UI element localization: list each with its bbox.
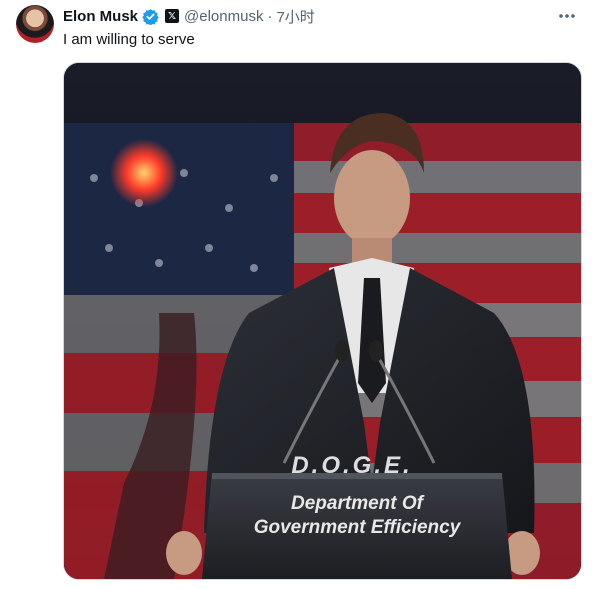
x-logo-icon[interactable]: 𝕏 [165,9,180,23]
tweet-timestamp[interactable]: 7小时 [276,6,314,27]
more-options-icon[interactable] [556,6,578,26]
tweet-card[interactable]: Elon Musk 𝕏 @elonmusk · 7小时 I am willing… [0,0,596,589]
author-handle[interactable]: @elonmusk [184,8,263,25]
separator: · [267,7,273,25]
tweet-image[interactable]: D.O.G.E. Department Of Government Effici… [63,62,582,580]
podium-line-1: Department Of [291,493,423,514]
author-avatar[interactable] [16,5,54,43]
verified-badge-icon[interactable] [142,8,159,25]
tweet-header: Elon Musk 𝕏 @elonmusk · 7小时 [63,6,315,26]
podium-line-2: Government Efficiency [253,517,461,538]
podium-doge-text: D.O.G.E. [291,452,413,479]
tweet-text: I am willing to serve [63,31,195,48]
author-name[interactable]: Elon Musk [63,8,138,25]
